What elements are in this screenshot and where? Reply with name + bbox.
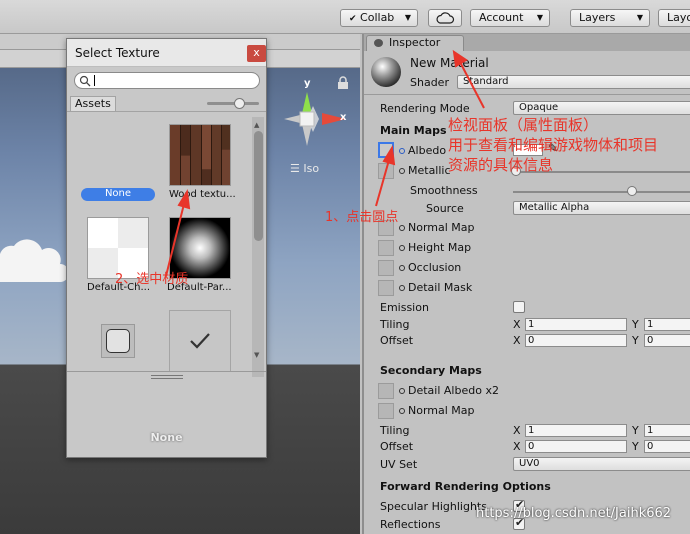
annotation-inspector-3: 资源的具体信息 [448, 156, 554, 174]
watermark: https://blog.csdn.net/Jaihk662 [476, 506, 672, 521]
annotation-inspector-1: 检视面板（属性面板） [448, 116, 599, 134]
annotation-step2: 2、选中材质 [115, 272, 189, 287]
annotation-inspector-2: 用于查看和编辑游戏物体和项目 [448, 136, 659, 154]
annotation-arrows [165, 49, 485, 277]
annotation-step1: 1、点击圆点 [325, 210, 399, 225]
